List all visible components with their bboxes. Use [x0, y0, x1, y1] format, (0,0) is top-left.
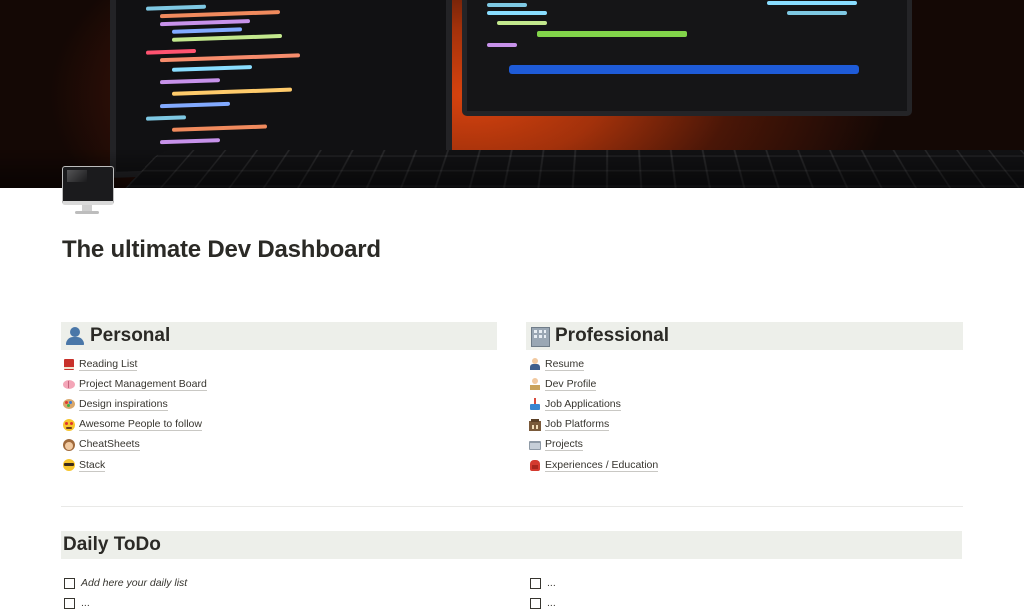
todo-list-right: ... ...: [530, 573, 556, 613]
link-job-platforms[interactable]: Job Platforms: [529, 415, 658, 435]
right-monitor-graphic: [462, 0, 912, 116]
page-title[interactable]: The ultimate Dev Dashboard: [62, 236, 381, 264]
star-struck-face-icon: [63, 418, 75, 431]
todo-item[interactable]: ...: [530, 573, 556, 593]
link-design-inspirations[interactable]: Design inspirations: [63, 394, 207, 414]
link-experiences-education[interactable]: Experiences / Education: [529, 455, 659, 475]
professional-section-header[interactable]: Professional: [526, 322, 963, 350]
link-reading-list[interactable]: Reading List: [63, 354, 207, 374]
desk-shadow: [0, 150, 1024, 188]
inbox-tray-icon: [529, 398, 541, 411]
nerd-face-icon: [63, 459, 75, 472]
link-label: Experiences / Education: [545, 458, 659, 472]
link-label: Stack: [79, 458, 106, 472]
link-label: Resume: [545, 357, 585, 371]
todo-checkbox[interactable]: [64, 597, 75, 609]
personal-links-list: Reading List Project Management Board De…: [63, 354, 207, 475]
todo-item[interactable]: ...: [530, 593, 556, 613]
link-projects[interactable]: Projects: [529, 435, 658, 455]
desktop-computer-icon[interactable]: [62, 166, 114, 216]
link-project-management-board[interactable]: Project Management Board: [63, 374, 207, 394]
link-job-applications[interactable]: Job Applications: [529, 394, 658, 414]
daily-todo-header[interactable]: Daily ToDo: [61, 531, 962, 559]
todo-text[interactable]: Add here your daily list: [81, 577, 187, 589]
link-label: Design inspirations: [79, 397, 168, 411]
link-label: Reading List: [79, 357, 138, 371]
link-awesome-people[interactable]: Awesome People to follow: [63, 415, 207, 435]
todo-text[interactable]: ...: [547, 577, 556, 589]
todo-item[interactable]: ...: [64, 593, 187, 613]
man-office-worker-icon: [529, 358, 541, 371]
cover-image: [0, 0, 1024, 188]
office-building-icon: [529, 326, 551, 347]
link-stack[interactable]: Stack: [63, 455, 207, 475]
divider: [61, 506, 963, 507]
brain-icon: [63, 378, 75, 390]
professional-section-title: Professional: [555, 325, 670, 346]
link-label: Project Management Board: [79, 377, 207, 391]
link-label: Projects: [545, 438, 583, 452]
professional-links-list: Resume Dev Profile Job Applications Job …: [529, 354, 659, 475]
palette-icon: [63, 398, 75, 410]
todo-checkbox[interactable]: [530, 597, 541, 609]
todo-checkbox[interactable]: [64, 577, 75, 589]
link-cheatsheets[interactable]: CheatSheets: [63, 435, 207, 455]
backpack-icon: [529, 459, 541, 472]
classical-building-icon: [529, 418, 541, 431]
personal-section-header[interactable]: Personal: [61, 322, 497, 350]
todo-text[interactable]: ...: [81, 597, 90, 609]
bust-in-silhouette-icon: [64, 326, 86, 346]
todo-list-left: Add here your daily list ...: [64, 573, 187, 613]
personal-section-title: Personal: [90, 325, 171, 346]
link-label: Job Platforms: [545, 418, 610, 432]
folder-icon: [529, 439, 541, 451]
monitor-progress-strip: [509, 65, 859, 74]
link-label: CheatSheets: [79, 438, 140, 452]
link-label: Dev Profile: [545, 377, 597, 391]
monkey-face-icon: [63, 438, 75, 451]
technologist-icon: [529, 378, 541, 391]
link-label: Job Applications: [545, 397, 621, 411]
link-dev-profile[interactable]: Dev Profile: [529, 374, 658, 394]
todo-item[interactable]: Add here your daily list: [64, 573, 187, 593]
daily-todo-title: Daily ToDo: [63, 534, 161, 555]
todo-checkbox[interactable]: [530, 577, 541, 589]
todo-text[interactable]: ...: [547, 597, 556, 609]
link-resume[interactable]: Resume: [529, 354, 658, 374]
red-book-icon: [63, 358, 75, 371]
link-label: Awesome People to follow: [79, 418, 202, 432]
